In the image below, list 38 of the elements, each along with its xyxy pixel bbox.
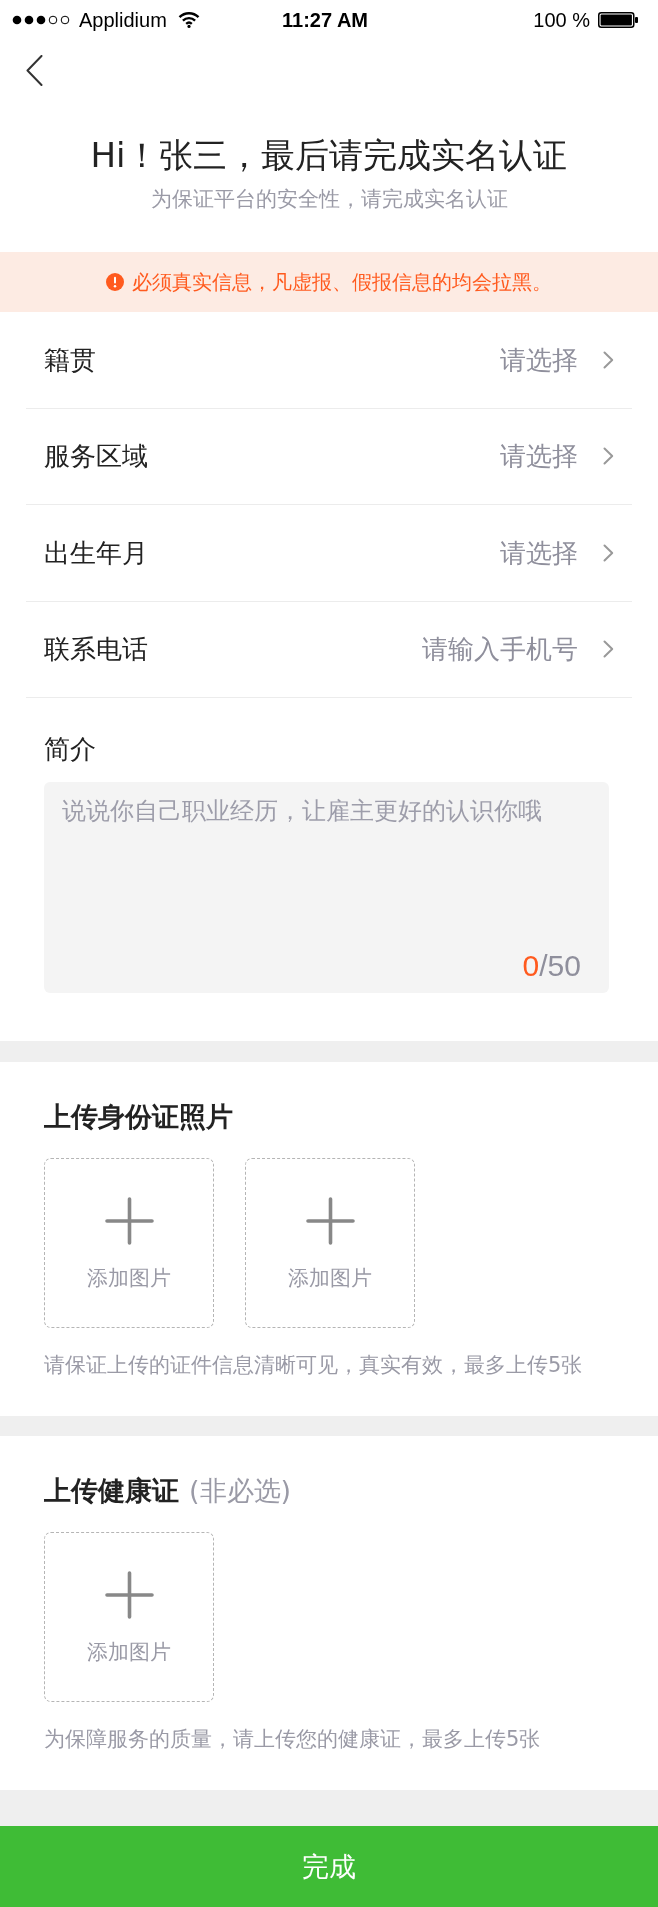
upload-slot[interactable]: 添加图片 <box>44 1532 214 1702</box>
warning-text: 必须真实信息，凡虚报、假报信息的均会拉黑。 <box>132 269 552 295</box>
plus-icon <box>104 1571 154 1619</box>
chevron-right-icon[interactable] <box>603 350 614 369</box>
picker-field[interactable]: 请选择 <box>500 536 578 569</box>
picker-field[interactable]: 请输入手机号 <box>422 633 578 666</box>
optional-note: (非必选) <box>189 1476 292 1506</box>
field-label: 简介 <box>44 735 96 763</box>
bio-textarea[interactable]: 说说你自己职业经历，让雇主更好的认识你哦 0/50 <box>44 782 609 993</box>
carrier-name: Applidium <box>79 8 167 32</box>
field-label: 服务区域 <box>44 440 148 473</box>
section-title: 上传身份证照片 <box>44 1102 233 1132</box>
field-label: 出生年月 <box>44 536 148 569</box>
plus-icon <box>104 1197 154 1245</box>
picker-field[interactable]: 请选择 <box>500 440 578 473</box>
section-title: 上传健康证 <box>44 1476 179 1506</box>
upload-hint: 为保障服务的质量，请上传您的健康证，最多上传5张 <box>44 1726 542 1752</box>
alert-icon <box>106 273 124 291</box>
chevron-right-icon[interactable] <box>603 543 614 562</box>
wifi-icon <box>177 12 200 28</box>
chevron-right-icon[interactable] <box>603 447 614 466</box>
submit-button[interactable]: 完成 <box>0 1826 658 1907</box>
battery-percentage: 100 % <box>533 8 590 32</box>
upload-slot[interactable]: 添加图片 <box>245 1158 415 1328</box>
chevron-right-icon[interactable] <box>603 640 614 659</box>
battery-icon <box>598 12 638 28</box>
back-icon[interactable] <box>26 54 43 86</box>
picker-field[interactable]: 请选择 <box>500 343 578 376</box>
page-subtitle: 为保证平台的安全性，请完成实名认证 <box>150 186 508 212</box>
character-counter: 0/50 <box>522 949 581 983</box>
signal-icon <box>12 15 72 25</box>
upload-slot[interactable]: 添加图片 <box>44 1158 214 1328</box>
field-label: 籍贯 <box>44 343 96 376</box>
plus-icon <box>305 1197 355 1245</box>
clock-time: 11:27 AM <box>282 8 368 32</box>
upload-hint: 请保证上传的证件信息清晰可见，真实有效，最多上传5张 <box>44 1352 584 1378</box>
field-label: 联系电话 <box>44 633 148 666</box>
page-title: Hi！张三，最后请完成实名认证 <box>90 135 568 175</box>
